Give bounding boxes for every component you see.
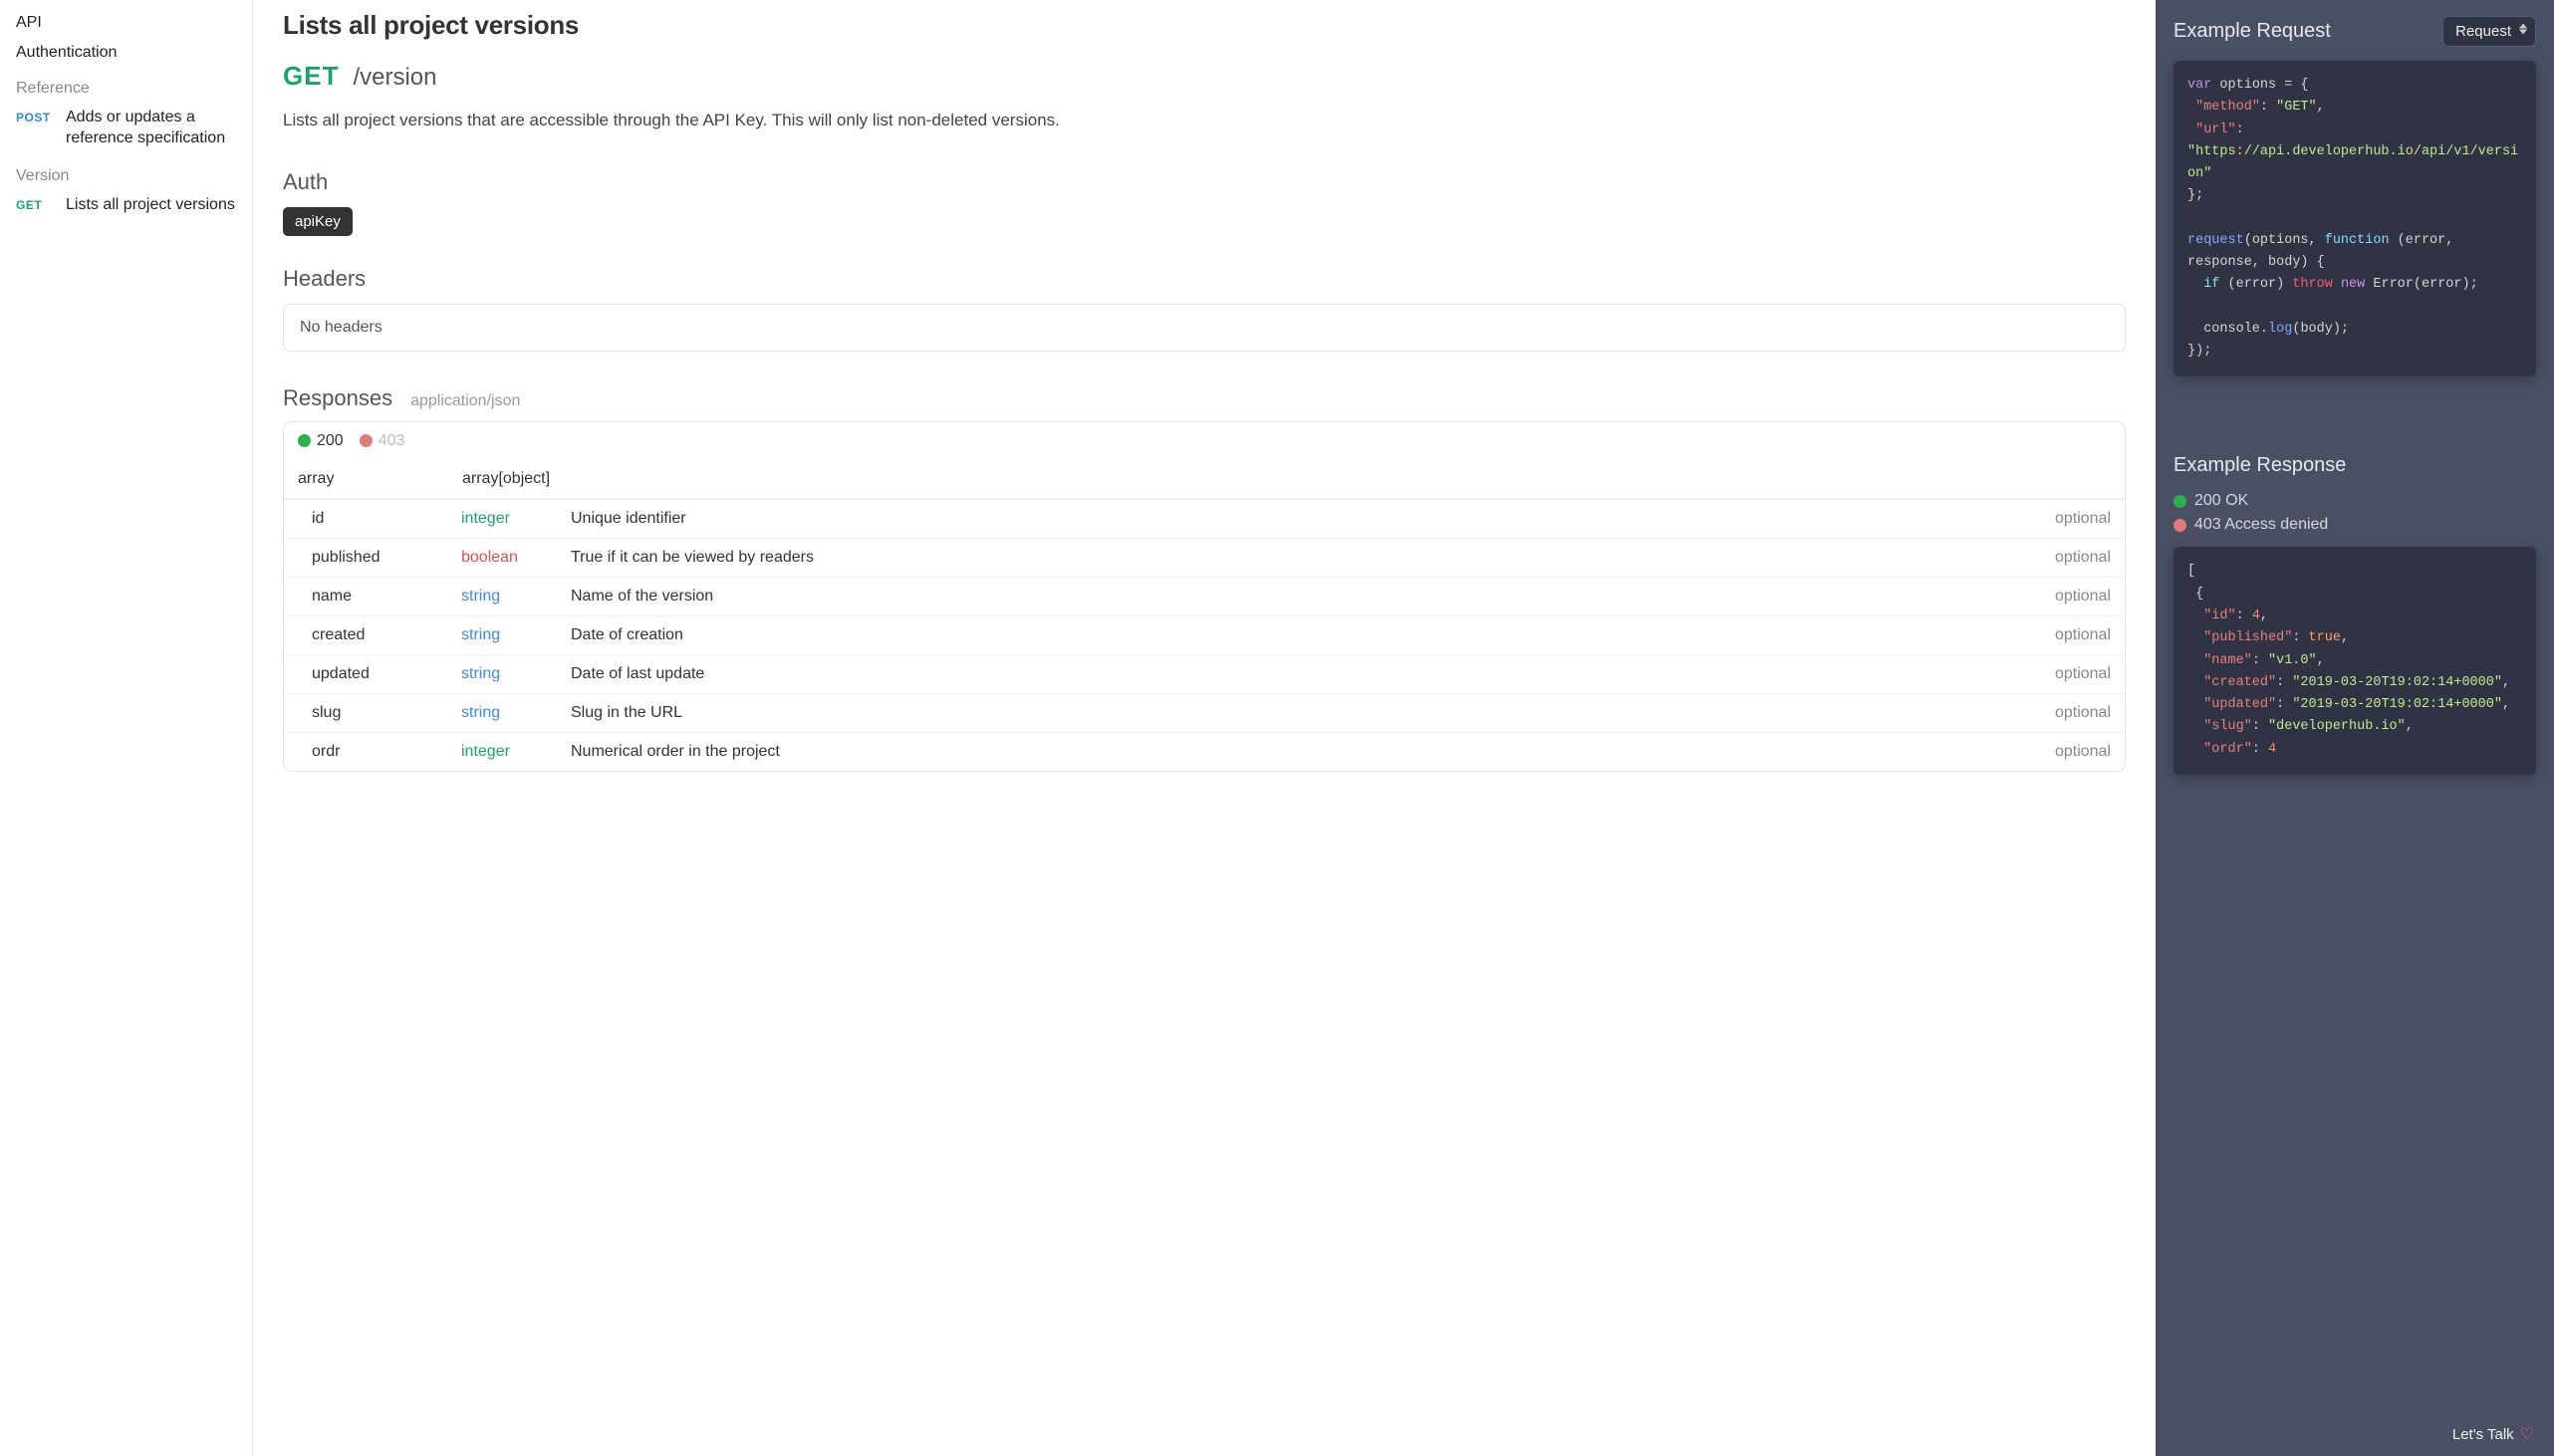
status-tabs: 200 403 <box>284 422 2125 460</box>
property-description: Unique identifier <box>571 510 2031 528</box>
content-type: application/json <box>410 392 520 410</box>
endpoint-description: Lists all project versions that are acce… <box>283 108 2126 133</box>
property-type: boolean <box>461 549 571 567</box>
status-dot-icon <box>298 434 311 447</box>
endpoint-method: GET <box>283 61 339 92</box>
sidebar-endpoint-label: Adds or updates a reference specificatio… <box>66 108 236 149</box>
lets-talk-label: Let's Talk <box>2452 1426 2514 1443</box>
property-required: optional <box>2031 665 2111 683</box>
property-row: slugstringSlug in the URLoptional <box>284 693 2125 732</box>
status-label: 403 Access denied <box>2194 516 2328 534</box>
headers-empty-message: No headers <box>283 304 2126 352</box>
status-dot-icon <box>2173 519 2186 532</box>
sidebar-endpoint-post-reference[interactable]: POST Adds or updates a reference specifi… <box>10 102 242 155</box>
array-header-row: array array[object] <box>284 460 2125 499</box>
property-name: published <box>312 549 461 567</box>
property-type: integer <box>461 743 571 761</box>
sidebar-endpoint-get-version[interactable]: GET Lists all project versions <box>10 189 242 222</box>
status-tab-403[interactable]: 403 <box>360 432 405 450</box>
property-row: publishedbooleanTrue if it can be viewed… <box>284 538 2125 577</box>
property-name: id <box>312 510 461 528</box>
status-dot-icon <box>2173 495 2186 508</box>
lets-talk-button[interactable]: Let's Talk ♡ <box>2452 1424 2534 1444</box>
property-required: optional <box>2031 510 2111 528</box>
property-name: created <box>312 626 461 644</box>
property-description: Date of last update <box>571 665 2031 683</box>
array-type: array[object] <box>462 470 572 488</box>
property-name: ordr <box>312 743 461 761</box>
property-description: Date of creation <box>571 626 2031 644</box>
sidebar-item-authentication[interactable]: Authentication <box>10 38 242 68</box>
property-type: string <box>461 626 571 644</box>
auth-heading: Auth <box>283 169 2126 195</box>
property-required: optional <box>2031 743 2111 761</box>
property-name: updated <box>312 665 461 683</box>
sidebar-heading-version: Version <box>10 155 242 189</box>
property-type: integer <box>461 510 571 528</box>
auth-badge: apiKey <box>283 207 353 236</box>
property-type: string <box>461 665 571 683</box>
status-tab-200[interactable]: 200 <box>298 432 344 450</box>
status-label: 200 OK <box>2194 492 2248 510</box>
example-request-title: Example Request <box>2173 20 2331 43</box>
property-description: True if it can be viewed by readers <box>571 549 2031 567</box>
example-request-code[interactable]: var options = { "method": "GET", "url": … <box>2173 61 2536 376</box>
method-badge-post: POST <box>16 108 56 124</box>
example-response-title: Example Response <box>2173 454 2536 477</box>
property-description: Slug in the URL <box>571 704 2031 722</box>
property-row: idintegerUnique identifieroptional <box>284 499 2125 538</box>
response-status-403[interactable]: 403 Access denied <box>2173 513 2536 537</box>
property-name: name <box>312 588 461 606</box>
main-content: Lists all project versions GET /version … <box>253 0 2156 1456</box>
endpoint-line: GET /version <box>283 61 2126 92</box>
method-badge-get: GET <box>16 195 56 212</box>
responses-card: 200 403 array array[object] idintegerUni… <box>283 421 2126 772</box>
property-row: ordrintegerNumerical order in the projec… <box>284 732 2125 771</box>
status-dot-icon <box>360 434 373 447</box>
heart-icon: ♡ <box>2520 1424 2534 1444</box>
page-title: Lists all project versions <box>283 10 2126 41</box>
status-code: 200 <box>317 432 344 450</box>
responses-heading: Responses <box>283 385 392 411</box>
property-description: Numerical order in the project <box>571 743 2031 761</box>
example-response-code[interactable]: [ { "id": 4, "published": true, "name": … <box>2173 547 2536 774</box>
response-status-200[interactable]: 200 OK <box>2173 489 2536 513</box>
sidebar-item-api[interactable]: API <box>10 8 242 38</box>
property-name: slug <box>312 704 461 722</box>
property-row: updatedstringDate of last updateoptional <box>284 654 2125 693</box>
example-panel: Example Request Request var options = { … <box>2156 0 2554 1456</box>
sidebar: API Authentication Reference POST Adds o… <box>0 0 253 1456</box>
property-required: optional <box>2031 588 2111 606</box>
property-type: string <box>461 704 571 722</box>
headers-heading: Headers <box>283 266 2126 292</box>
property-required: optional <box>2031 626 2111 644</box>
response-status-list: 200 OK 403 Access denied <box>2173 489 2536 537</box>
property-required: optional <box>2031 549 2111 567</box>
property-required: optional <box>2031 704 2111 722</box>
property-description: Name of the version <box>571 588 2031 606</box>
request-dropdown[interactable]: Request <box>2442 16 2536 47</box>
status-code: 403 <box>379 432 405 450</box>
sidebar-endpoint-label: Lists all project versions <box>66 195 236 216</box>
array-label: array <box>298 470 462 488</box>
property-type: string <box>461 588 571 606</box>
endpoint-path: /version <box>353 64 436 92</box>
property-row: namestringName of the versionoptional <box>284 577 2125 615</box>
property-row: createdstringDate of creationoptional <box>284 615 2125 654</box>
sidebar-heading-reference: Reference <box>10 68 242 102</box>
